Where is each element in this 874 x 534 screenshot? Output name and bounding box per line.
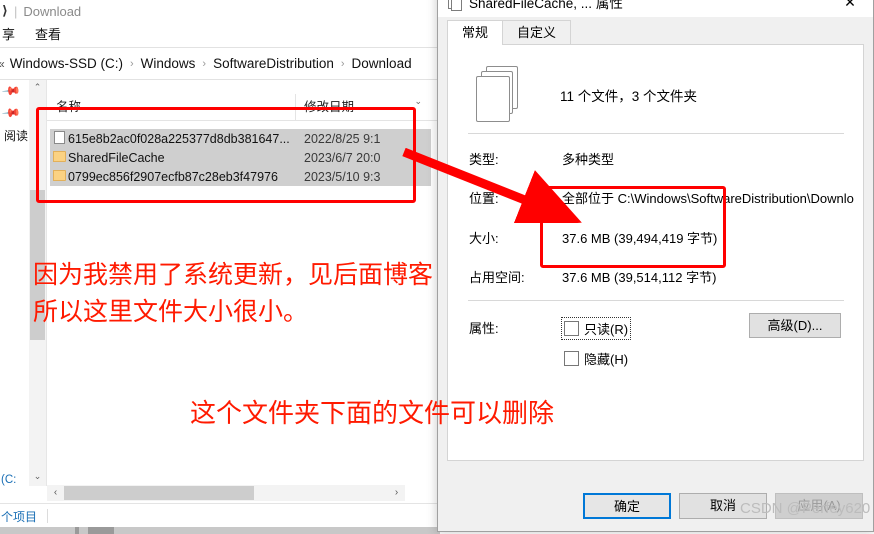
breadcrumb-separator-icon: › [129,57,134,70]
file-list-view: 名称 修改日期 ⌄ 615e8b2ac0f028a225377d8db38164… [47,80,440,534]
dialog-title: SharedFileCache, ... 属性 [469,0,623,11]
checkbox-box-icon [564,351,579,366]
table-row[interactable]: 0799ec856f2907ecfb87c28eb3f47976 2023/5/… [50,167,431,186]
sort-chevron-down-icon[interactable]: ⌄ [414,96,422,107]
taskbar-item [88,527,114,534]
status-divider [47,509,49,523]
table-row[interactable]: SharedFileCache 2023/6/7 20:0 [50,148,431,167]
window-title: Download [23,3,82,19]
property-value-size-on-disk: 37.6 MB (39,514,112 字节) [562,270,717,285]
column-header-date-modified[interactable]: 修改日期 [296,94,354,120]
column-header-name[interactable]: 名称 [47,94,296,120]
dialog-title-bar: SharedFileCache, ... 属性 ✕ [438,0,873,17]
column-header-row: 名称 修改日期 ⌄ [47,94,440,121]
property-label-attributes: 属性: [469,321,499,336]
file-name: 0799ec856f2907ecfb87c28eb3f47976 [68,169,278,184]
file-list-horizontal-scrollbar[interactable]: ‹ › [47,485,405,501]
status-bar: 个项目 [0,503,440,528]
taskbar-item [75,527,79,534]
property-value-type: 多种类型 [562,152,615,167]
scroll-right-arrow-icon[interactable]: › [388,485,405,501]
breadcrumb-softwaredistribution[interactable]: SoftwareDistribution [213,56,334,71]
property-row-location: 位置: 全部位于 C:\Windows\SoftwareDistribution… [469,188,859,207]
dialog-footer: 确定 取消 应用(A) [438,493,873,521]
nav-item-reading[interactable]: 阅读 [0,124,29,146]
breadcrumb-download[interactable]: Download [352,56,412,71]
address-bar[interactable]: « Windows-SSD (C:) › Windows › SoftwareD… [0,48,440,79]
dialog-content-panel: 11 个文件，3 个文件夹 类型: 多种类型 位置: 全部位于 C:\Windo… [447,44,864,461]
file-name: SharedFileCache [68,150,165,165]
status-item-count: 个项目 [1,509,38,524]
taskbar-strip [0,527,440,534]
properties-dialog: SharedFileCache, ... 属性 ✕ 常规 自定义 11 个文件，… [437,0,874,532]
multi-document-icon [446,0,462,11]
nav-item-pinned-1[interactable]: 📌 [0,80,29,102]
scroll-left-arrow-icon[interactable]: ‹ [47,485,64,501]
file-date-modified: 2022/8/25 9:1 [304,131,381,146]
folder-icon: ⟩ [2,3,8,18]
hidden-checkbox[interactable]: 隐藏(H) [562,348,630,369]
title-separator: | [13,3,18,19]
multi-document-icon [476,66,532,124]
navigation-pane: 📌 📌 阅读 (C: [0,80,29,534]
file-date-modified: 2023/5/10 9:3 [304,169,381,184]
file-count-summary: 11 个文件，3 个文件夹 [560,89,698,104]
readonly-checkbox[interactable]: 只读(R) [560,317,632,340]
folder-icon [50,150,68,165]
property-row-hidden: 隐藏(H) [469,348,859,369]
file-date-modified: 2023/6/7 20:0 [304,150,381,165]
hidden-checkbox-label: 隐藏(H) [584,352,629,367]
scroll-up-arrow-icon[interactable]: ⌃ [29,80,46,97]
cancel-button[interactable]: 取消 [679,493,767,519]
property-label-type: 类型: [469,152,499,167]
tab-view[interactable]: 查看 [25,22,71,47]
readonly-checkbox-label: 只读(R) [584,322,629,337]
breadcrumb-separator-icon: › [202,57,207,70]
property-label-size-on-disk: 占用空间: [469,270,525,285]
file-name: 615e8b2ac0f028a225377d8db381647... [68,131,290,146]
scrollbar-thumb[interactable] [30,190,45,340]
pin-icon: 📌 [1,80,22,102]
ribbon-tab-bar: 享 查看 [0,22,440,47]
navigation-pane-scrollbar[interactable]: ⌃ ⌄ [29,80,47,486]
folder-icon [50,169,68,184]
property-label-size: 大小: [469,231,499,246]
scroll-down-arrow-icon[interactable]: ⌄ [29,469,46,486]
double-chevron-left-icon[interactable]: « [0,57,5,71]
property-value-size: 37.6 MB (39,494,419 字节) [562,231,718,246]
properties-summary-row: 11 个文件，3 个文件夹 [448,59,863,131]
property-row-size-on-disk: 占用空间: 37.6 MB (39,514,112 字节) [469,267,859,286]
explorer-title-bar: ⟩ | Download [0,0,440,22]
breadcrumb-separator-icon: › [340,57,345,70]
property-row-size: 大小: 37.6 MB (39,494,419 字节) [469,228,859,247]
tab-general[interactable]: 常规 [447,20,504,45]
nav-item-pinned-2[interactable]: 📌 [0,102,29,124]
close-icon[interactable]: ✕ [827,0,873,17]
nav-item-drive-c[interactable]: (C: [0,474,29,486]
property-row-type: 类型: 多种类型 [469,149,859,168]
advanced-button[interactable]: 高级(D)... [749,313,841,338]
tab-share[interactable]: 享 [0,22,25,47]
document-icon [50,130,68,147]
property-label-location: 位置: [469,191,499,206]
breadcrumb-windows[interactable]: Windows [141,56,196,71]
ok-button[interactable]: 确定 [583,493,671,519]
file-explorer-window: ⟩ | Download 享 查看 « Windows-SSD (C:) › W… [0,0,440,534]
divider [468,300,844,301]
pin-icon: 📌 [1,102,22,124]
breadcrumb-drive[interactable]: Windows-SSD (C:) [10,56,123,71]
property-value-location: 全部位于 C:\Windows\SoftwareDistribution\Dow… [562,191,854,206]
tab-customize[interactable]: 自定义 [502,20,572,45]
scrollbar-thumb[interactable] [64,486,254,500]
divider [468,133,844,134]
checkbox-box-icon [564,321,579,336]
table-row[interactable]: 615e8b2ac0f028a225377d8db381647... 2022/… [50,129,431,148]
apply-button[interactable]: 应用(A) [775,493,863,519]
dialog-tab-bar: 常规 自定义 [447,20,865,45]
